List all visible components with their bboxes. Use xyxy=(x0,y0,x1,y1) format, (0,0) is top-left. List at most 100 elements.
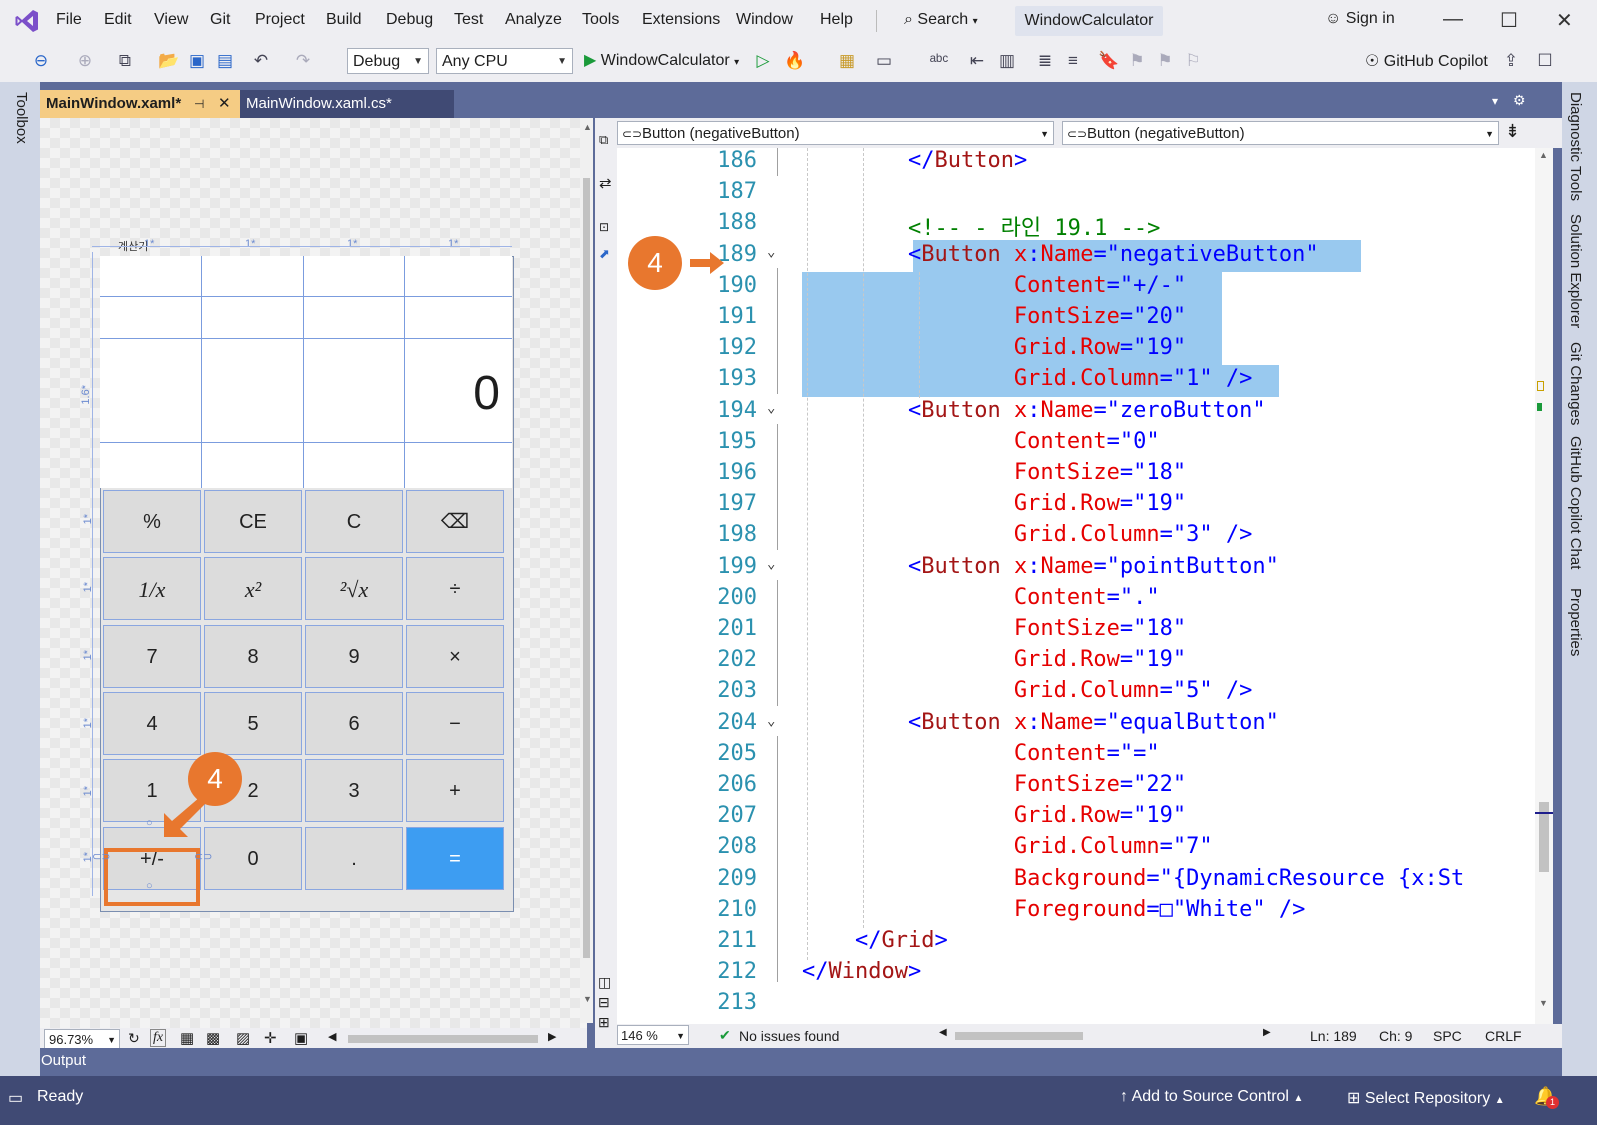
resize-handle[interactable]: ○ xyxy=(146,817,153,829)
code-line[interactable]: Grid.Column="5" /> xyxy=(802,678,1252,703)
output-tab[interactable]: Output xyxy=(41,1052,86,1069)
code-line[interactable]: FontSize="22" xyxy=(802,772,1186,797)
designer-vertical-scrollbar[interactable]: ▲ ▼ xyxy=(580,118,593,1023)
layout-icon[interactable]: ▭ xyxy=(873,50,895,72)
menu-test[interactable]: Test xyxy=(454,11,483,29)
five-button[interactable]: 5 xyxy=(204,692,302,755)
column-size-label[interactable]: 1* xyxy=(144,238,154,250)
code-line[interactable]: Grid.Row="19" xyxy=(802,647,1186,672)
column-ruler[interactable] xyxy=(92,246,512,247)
feedback-icon[interactable]: ☐ xyxy=(1534,50,1556,72)
solution-explorer-tab[interactable]: Solution Explorer xyxy=(1567,214,1584,328)
comment-icon[interactable]: ≣ xyxy=(1034,50,1056,72)
editor-zoom-dropdown[interactable]: 146 % ▼ xyxy=(617,1025,689,1045)
scroll-down-icon[interactable]: ▼ xyxy=(1539,998,1548,1008)
gear-icon[interactable]: ⚙ xyxy=(1513,92,1526,109)
grid-icon[interactable]: ▦ xyxy=(180,1029,194,1047)
zero-button[interactable]: 0 xyxy=(204,827,302,890)
new-project-icon[interactable]: ⧉ xyxy=(114,50,136,72)
github-copilot-button[interactable]: ☉ GitHub Copilot xyxy=(1365,51,1488,71)
row-size-label[interactable]: 1* xyxy=(82,786,94,796)
code-line[interactable]: Grid.Column="7" xyxy=(802,834,1213,859)
whitespace-indicator[interactable]: SPC xyxy=(1433,1028,1462,1044)
code-line[interactable]: <Button x:Name="zeroButton" xyxy=(802,398,1266,423)
close-window-button[interactable]: ✕ xyxy=(1556,8,1573,33)
zoom-dropdown[interactable]: 96.73% ▼ xyxy=(44,1029,120,1049)
row-size-label[interactable]: 1* xyxy=(82,718,94,728)
editor-vertical-scrollbar[interactable]: ▲ ▼ xyxy=(1535,148,1553,1024)
code-editor[interactable]: ⌄ ⌄ ⌄ ⌄ 186 </Button> 187 188 <!-- - 라인 19… xyxy=(617,148,1549,1024)
code-line[interactable]: FontSize="20" xyxy=(802,304,1186,329)
folder-icon[interactable]: ▦ xyxy=(836,50,858,72)
code-line[interactable]: Grid.Row="19" xyxy=(802,335,1186,360)
percent-button[interactable]: % xyxy=(103,490,201,553)
prev-bookmark-icon[interactable]: ⚑ xyxy=(1126,50,1148,72)
scroll-up-icon[interactable]: ▲ xyxy=(583,122,592,132)
code-line[interactable]: </Window> xyxy=(802,959,921,984)
split-editor-icon[interactable]: ⇟ xyxy=(1505,121,1520,142)
scroll-up-icon[interactable]: ▲ xyxy=(1539,150,1548,160)
clear-button[interactable]: C xyxy=(305,490,403,553)
column-indicator[interactable]: Ch: 9 xyxy=(1379,1028,1412,1044)
start-without-debugging-icon[interactable]: ▷ xyxy=(752,50,774,72)
column-size-label[interactable]: 1* xyxy=(245,238,255,250)
notifications-button[interactable]: 🔔 1 xyxy=(1534,1086,1559,1109)
sign-in-button[interactable]: ☺ Sign in xyxy=(1325,10,1395,28)
menu-git[interactable]: Git xyxy=(210,11,230,29)
artboard-icon[interactable]: ▨ xyxy=(236,1029,250,1047)
menu-help[interactable]: Help xyxy=(820,11,853,29)
row-size-label[interactable]: 1* xyxy=(82,582,94,592)
resize-handle[interactable]: ○ xyxy=(146,880,153,892)
menu-extensions[interactable]: Extensions xyxy=(642,11,720,29)
code-line[interactable]: <Button x:Name="pointButton" xyxy=(802,554,1279,579)
editor-horizontal-scroll-thumb[interactable] xyxy=(955,1032,1083,1040)
collapse-region-icon[interactable]: ⌄ xyxy=(767,244,775,260)
eight-button[interactable]: 8 xyxy=(204,625,302,688)
share-icon[interactable]: ⇪ xyxy=(1500,50,1522,72)
properties-tab[interactable]: Properties xyxy=(1567,588,1584,656)
add-button[interactable]: + xyxy=(406,759,504,822)
menu-tools[interactable]: Tools xyxy=(582,11,619,29)
code-line[interactable]: Foreground=□"White" /> xyxy=(802,897,1305,922)
equal-button[interactable]: = xyxy=(406,827,504,890)
uncomment-icon[interactable]: ≡ xyxy=(1062,50,1084,72)
seven-button[interactable]: 7 xyxy=(103,625,201,688)
maximize-button[interactable]: ☐ xyxy=(1500,8,1518,33)
minimize-button[interactable]: — xyxy=(1443,8,1463,31)
toolbox-tab[interactable]: Toolbox xyxy=(6,92,30,152)
multiply-button[interactable]: × xyxy=(406,625,504,688)
menu-view[interactable]: View xyxy=(154,11,188,29)
menu-analyze[interactable]: Analyze xyxy=(505,11,562,29)
scroll-thumb[interactable] xyxy=(583,178,590,958)
vertical-split-icon[interactable]: ◫ xyxy=(598,974,611,991)
refresh-icon[interactable]: ↻ xyxy=(128,1030,140,1047)
code-line[interactable]: <!-- - 라인 19.1 --> xyxy=(802,210,1160,242)
element-dropdown-left[interactable]: ⊂⊃ Button (negativeButton) ▼ xyxy=(617,121,1054,145)
horizontal-split-icon[interactable]: ⊟ xyxy=(598,994,610,1011)
reciprocal-button[interactable]: 1/x xyxy=(103,557,201,620)
code-line[interactable]: Content="=" xyxy=(802,741,1160,766)
divide-button[interactable]: ÷ xyxy=(406,557,504,620)
hot-reload-icon[interactable]: 🔥 xyxy=(784,50,806,72)
swap-panes-icon[interactable]: ⧉ xyxy=(599,132,608,148)
pin-icon[interactable]: ⊣ xyxy=(194,90,204,118)
margin-link-icon[interactable]: ⊂⊃ xyxy=(194,850,212,863)
nine-button[interactable]: 9 xyxy=(305,625,403,688)
save-all-icon[interactable]: ▤ xyxy=(214,50,236,72)
collapse-icon[interactable]: ⊞ xyxy=(598,1014,610,1031)
line-number-indicator[interactable]: Ln: 189 xyxy=(1310,1028,1357,1044)
scroll-right-icon[interactable]: ▶ xyxy=(1263,1027,1271,1038)
code-line[interactable]: Content="+/-" xyxy=(802,273,1186,298)
open-folder-icon[interactable]: 📂 xyxy=(158,50,180,72)
scroll-left-icon[interactable]: ◀ xyxy=(939,1027,947,1038)
code-line[interactable]: FontSize="18" xyxy=(802,616,1186,641)
vs-logo-icon[interactable] xyxy=(14,8,40,34)
menu-project[interactable]: Project xyxy=(255,11,305,29)
configuration-dropdown[interactable]: Debug ▼ xyxy=(347,48,429,74)
six-button[interactable]: 6 xyxy=(305,692,403,755)
redo-icon[interactable]: ↷ xyxy=(292,50,314,72)
issues-status[interactable]: No issues found xyxy=(739,1028,839,1044)
scroll-down-icon[interactable]: ▼ xyxy=(583,994,592,1004)
tab-mainwindow-xaml[interactable]: MainWindow.xaml* ⊣ ✕ xyxy=(40,90,240,118)
square-root-button[interactable]: ²√x xyxy=(305,557,403,620)
